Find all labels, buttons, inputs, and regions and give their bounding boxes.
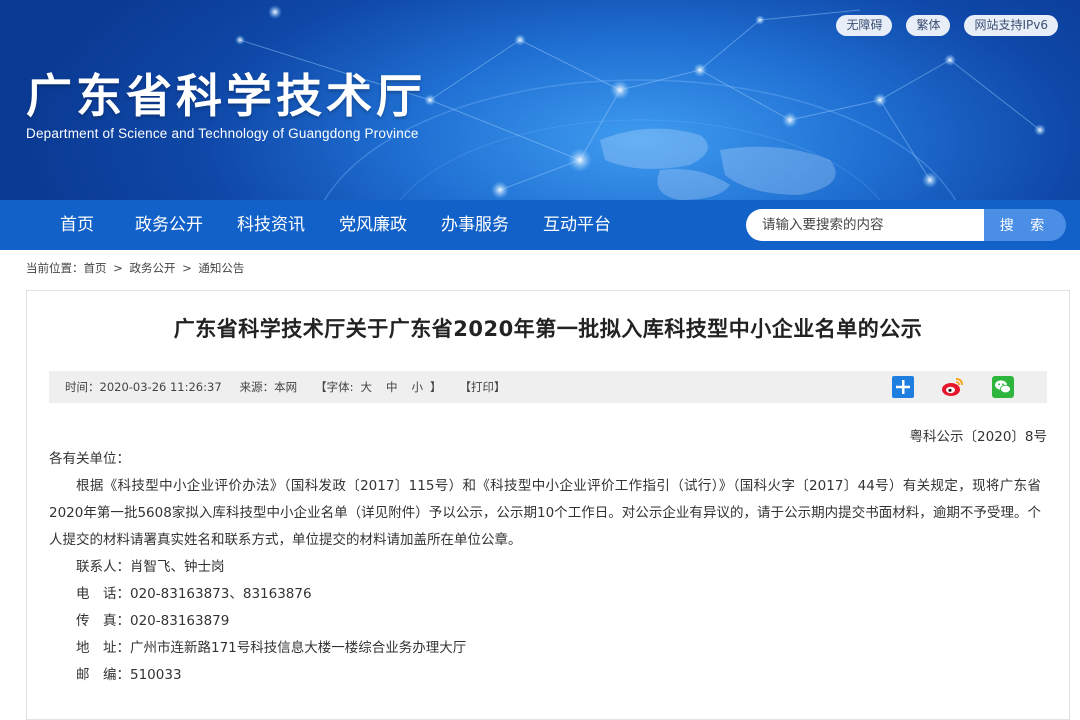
font-size-medium[interactable]: 中 <box>386 379 398 395</box>
contact-phone: 电 话：020-83163873、83163876 <box>76 586 312 602</box>
search-box: 搜 索 <box>746 209 1066 241</box>
article-title: 广东省科学技术厅关于广东省2020年第一批拟入库科技型中小企业名单的公示 <box>173 317 923 341</box>
contact-fax: 传 真：020-83163879 <box>76 613 230 629</box>
breadcrumb-separator: > <box>113 261 123 275</box>
article-meta-bar: 时间：2020-03-26 11:26:37 来源：本网 【字体: 大 中 小 … <box>49 371 1047 403</box>
salutation: 各有关单位： <box>49 451 130 467</box>
font-size-label: 【字体: <box>315 380 354 394</box>
top-links: 无障碍 繁体 网站支持IPv6 <box>836 15 1058 36</box>
breadcrumb-notices[interactable]: 通知公告 <box>198 261 244 275</box>
font-size-small[interactable]: 小 <box>412 379 424 395</box>
wechat-icon[interactable] <box>991 375 1015 399</box>
share-buttons <box>891 375 1033 399</box>
site-title: 广东省科学技术厅 <box>26 69 426 123</box>
font-size-close: 】 <box>430 380 442 394</box>
nav-item-home[interactable]: 首页 <box>0 200 118 250</box>
publish-time: 时间：2020-03-26 11:26:37 <box>65 380 222 394</box>
font-size-large[interactable]: 大 <box>361 379 373 395</box>
nav-item-tech-news[interactable]: 科技资讯 <box>220 200 322 250</box>
search-input[interactable] <box>746 209 984 241</box>
document-number: 粤科公示〔2020〕8号 <box>909 429 1047 445</box>
site-subtitle: Department of Science and Technology of … <box>26 126 419 141</box>
nav-item-interaction[interactable]: 互动平台 <box>526 200 628 250</box>
article-panel: 广东省科学技术厅关于广东省2020年第一批拟入库科技型中小企业名单的公示 时间：… <box>26 290 1070 720</box>
weibo-icon[interactable] <box>941 375 965 399</box>
breadcrumb-separator: > <box>182 261 192 275</box>
plus-share-icon[interactable] <box>891 375 915 399</box>
contact-address: 地 址：广州市连新路171号科技信息大楼一楼综合业务办理大厅 <box>76 640 467 656</box>
accessibility-link[interactable]: 无障碍 <box>836 15 893 36</box>
main-nav: 首页 政务公开 科技资讯 党风廉政 办事服务 互动平台 搜 索 <box>0 200 1080 250</box>
nav-item-party-integrity[interactable]: 党风廉政 <box>322 200 424 250</box>
contact-person: 联系人：肖智飞、钟士岗 <box>76 559 225 575</box>
print-link[interactable]: 【打印】 <box>460 379 506 395</box>
article-source: 来源：本网 <box>239 380 298 394</box>
search-button[interactable]: 搜 索 <box>984 209 1066 241</box>
traditional-chinese-link[interactable]: 繁体 <box>906 15 951 36</box>
article-paragraph: 根据《科技型中小企业评价办法》（国科发政〔2017〕115号）和《科技型中小企业… <box>49 478 1041 548</box>
nav-item-government-affairs[interactable]: 政务公开 <box>118 200 220 250</box>
breadcrumb-home[interactable]: 首页 <box>84 261 107 275</box>
article-body: 各有关单位： 根据《科技型中小企业评价办法》（国科发政〔2017〕115号）和《… <box>27 446 1069 689</box>
ipv6-support-link[interactable]: 网站支持IPv6 <box>964 15 1058 36</box>
nav-item-services[interactable]: 办事服务 <box>424 200 526 250</box>
breadcrumb-government-affairs[interactable]: 政务公开 <box>129 261 175 275</box>
breadcrumb-label: 当前位置： <box>26 261 84 275</box>
breadcrumb: 当前位置：首页 > 政务公开 > 通知公告 <box>0 250 1080 286</box>
header-banner: 广东省科学技术厅 Department of Science and Techn… <box>0 0 1080 200</box>
contact-postcode: 邮 编：510033 <box>76 667 182 683</box>
